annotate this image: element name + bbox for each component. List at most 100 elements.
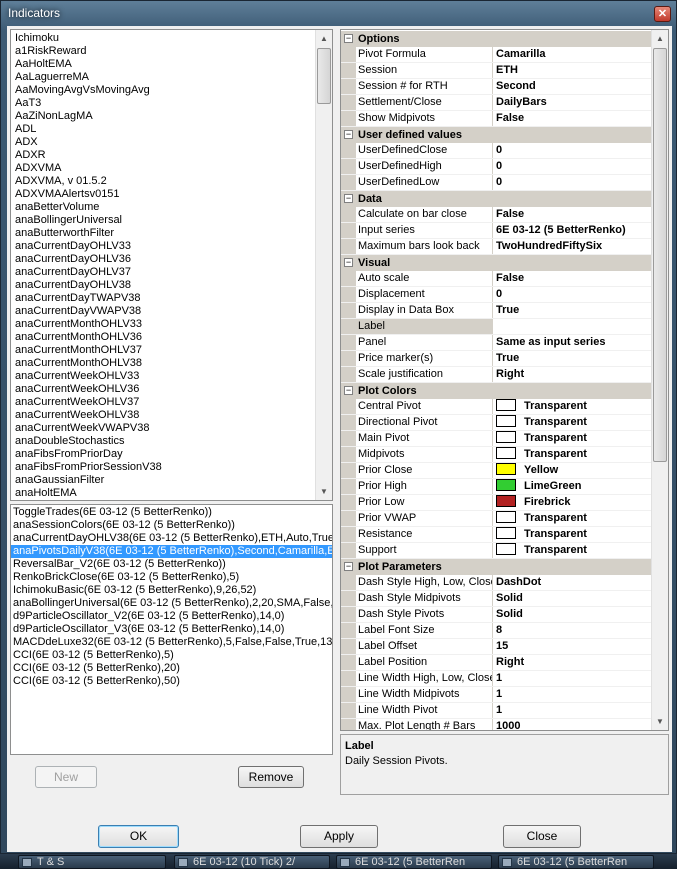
property-value[interactable]: 6E 03-12 (5 BetterRenko) bbox=[493, 223, 652, 238]
property-value[interactable]: 0 bbox=[493, 175, 652, 190]
property-row[interactable]: Prior Low Firebrick bbox=[341, 495, 652, 511]
category-header[interactable]: − User defined values bbox=[341, 127, 652, 143]
property-value[interactable] bbox=[493, 319, 652, 334]
collapse-icon[interactable]: − bbox=[344, 194, 353, 203]
category-header[interactable]: − Plot Parameters bbox=[341, 559, 652, 575]
property-row[interactable]: Auto scale False bbox=[341, 271, 652, 287]
property-value[interactable]: LimeGreen bbox=[493, 479, 652, 494]
property-row[interactable]: Dash Style Midpivots Solid bbox=[341, 591, 652, 607]
property-grid-scrollbar[interactable]: ▲ ▼ bbox=[651, 30, 668, 730]
property-value[interactable]: Second bbox=[493, 79, 652, 94]
list-item[interactable]: anaBollingerUniversal(6E 03-12 (5 Better… bbox=[11, 597, 332, 610]
list-item-selected[interactable]: anaPivotsDailyV38(6E 03-12 (5 BetterRenk… bbox=[11, 545, 332, 558]
list-item[interactable]: anaCurrentDayOHLV38 bbox=[11, 279, 316, 292]
list-item[interactable]: ADL bbox=[11, 123, 316, 136]
property-value[interactable]: True bbox=[493, 303, 652, 318]
property-value[interactable]: Same as input series bbox=[493, 335, 652, 350]
property-row[interactable]: Line Width Midpivots 1 bbox=[341, 687, 652, 703]
list-item[interactable]: anaCurrentDayTWAPV38 bbox=[11, 292, 316, 305]
list-item[interactable]: ADXR bbox=[11, 149, 316, 162]
list-item[interactable]: ReversalBar_V2(6E 03-12 (5 BetterRenko)) bbox=[11, 558, 332, 571]
property-row[interactable]: Calculate on bar close False bbox=[341, 207, 652, 223]
property-value[interactable]: True bbox=[493, 351, 652, 366]
list-item[interactable]: anaCurrentMonthOHLV37 bbox=[11, 344, 316, 357]
property-value[interactable]: Solid bbox=[493, 591, 652, 606]
applied-indicators-list[interactable]: ToggleTrades(6E 03-12 (5 BetterRenko)) an… bbox=[10, 504, 333, 755]
property-value[interactable]: 1000 bbox=[493, 719, 652, 730]
property-row[interactable]: Label bbox=[341, 319, 652, 335]
property-row[interactable]: Price marker(s) True bbox=[341, 351, 652, 367]
taskbar-button[interactable]: 6E 03-12 (5 BetterRen bbox=[336, 855, 492, 869]
list-item[interactable]: anaCurrentDayVWAPV38 bbox=[11, 305, 316, 318]
category-header[interactable]: − Options bbox=[341, 31, 652, 47]
property-row[interactable]: UserDefinedLow 0 bbox=[341, 175, 652, 191]
taskbar-button[interactable]: T & S bbox=[18, 855, 166, 869]
property-value[interactable]: Firebrick bbox=[493, 495, 652, 510]
property-value[interactable]: Solid bbox=[493, 607, 652, 622]
property-value[interactable]: Transparent bbox=[493, 527, 652, 542]
property-value[interactable]: False bbox=[493, 271, 652, 286]
property-value[interactable]: 1 bbox=[493, 671, 652, 686]
list-item[interactable]: anaDoubleStochastics bbox=[11, 435, 316, 448]
list-item[interactable]: anaHoltEMA bbox=[11, 487, 316, 500]
list-item[interactable]: AaHoltEMA bbox=[11, 58, 316, 71]
new-button[interactable]: New bbox=[35, 766, 97, 788]
list-item[interactable]: anaBollingerUniversal bbox=[11, 214, 316, 227]
list-item[interactable]: ADXVMAAlertsv0151 bbox=[11, 188, 316, 201]
property-value[interactable]: 0 bbox=[493, 143, 652, 158]
property-value[interactable]: TwoHundredFiftySix bbox=[493, 239, 652, 254]
list-item[interactable]: CCI(6E 03-12 (5 BetterRenko),50) bbox=[11, 675, 332, 688]
property-row[interactable]: Directional Pivot Transparent bbox=[341, 415, 652, 431]
close-window-button[interactable]: ✕ bbox=[654, 6, 671, 22]
apply-button[interactable]: Apply bbox=[300, 825, 378, 848]
property-row[interactable]: Input series 6E 03-12 (5 BetterRenko) bbox=[341, 223, 652, 239]
scroll-down-icon[interactable]: ▼ bbox=[652, 713, 668, 730]
property-row[interactable]: Max. Plot Length # Bars 1000 bbox=[341, 719, 652, 730]
collapse-icon[interactable]: − bbox=[344, 130, 353, 139]
list-item[interactable]: ADXVMA, v 01.5.2 bbox=[11, 175, 316, 188]
property-row[interactable]: Label Font Size 8 bbox=[341, 623, 652, 639]
property-row[interactable]: Show Midpivots False bbox=[341, 111, 652, 127]
property-value[interactable]: Right bbox=[493, 655, 652, 670]
property-row[interactable]: Midpivots Transparent bbox=[341, 447, 652, 463]
list-item[interactable]: anaSessionColors(6E 03-12 (5 BetterRenko… bbox=[11, 519, 332, 532]
list-item[interactable]: anaCurrentWeekOHLV33 bbox=[11, 370, 316, 383]
property-row[interactable]: Settlement/Close DailyBars bbox=[341, 95, 652, 111]
list-item[interactable]: anaCurrentWeekOHLV37 bbox=[11, 396, 316, 409]
available-list-scrollbar[interactable]: ▲ ▼ bbox=[315, 30, 332, 500]
property-row[interactable]: Prior VWAP Transparent bbox=[341, 511, 652, 527]
property-value[interactable]: 0 bbox=[493, 287, 652, 302]
property-row[interactable]: Label Position Right bbox=[341, 655, 652, 671]
property-row[interactable]: Prior High LimeGreen bbox=[341, 479, 652, 495]
list-item[interactable]: ToggleTrades(6E 03-12 (5 BetterRenko)) bbox=[11, 506, 332, 519]
property-value[interactable]: 1 bbox=[493, 687, 652, 702]
scroll-up-icon[interactable]: ▲ bbox=[316, 30, 332, 47]
list-item[interactable]: AaLaguerreMA bbox=[11, 71, 316, 84]
list-item[interactable]: ADXVMA bbox=[11, 162, 316, 175]
property-row[interactable]: Line Width Pivot 1 bbox=[341, 703, 652, 719]
available-indicators-list[interactable]: Ichimoku a1RiskReward AaHoltEMA AaLaguerreM… bbox=[10, 29, 333, 501]
property-value[interactable]: False bbox=[493, 111, 652, 126]
close-button[interactable]: Close bbox=[503, 825, 581, 848]
property-value[interactable]: DailyBars bbox=[493, 95, 652, 110]
list-item[interactable]: IchimokuBasic(6E 03-12 (5 BetterRenko),9… bbox=[11, 584, 332, 597]
list-item[interactable]: anaGaussianFilter bbox=[11, 474, 316, 487]
scroll-thumb[interactable] bbox=[317, 48, 331, 104]
property-value[interactable]: Transparent bbox=[493, 543, 652, 558]
list-item[interactable]: CCI(6E 03-12 (5 BetterRenko),20) bbox=[11, 662, 332, 675]
property-row[interactable]: Displacement 0 bbox=[341, 287, 652, 303]
property-row[interactable]: Label Offset 15 bbox=[341, 639, 652, 655]
property-value[interactable]: ETH bbox=[493, 63, 652, 78]
collapse-icon[interactable]: − bbox=[344, 562, 353, 571]
remove-button[interactable]: Remove bbox=[238, 766, 304, 788]
list-item[interactable]: AaZiNonLagMA bbox=[11, 110, 316, 123]
taskbar-button[interactable]: 6E 03-12 (5 BetterRen bbox=[498, 855, 654, 869]
scroll-thumb[interactable] bbox=[653, 48, 667, 462]
scroll-up-icon[interactable]: ▲ bbox=[652, 30, 668, 47]
list-item[interactable]: CCI(6E 03-12 (5 BetterRenko),5) bbox=[11, 649, 332, 662]
list-item[interactable]: anaFibsFromPriorDay bbox=[11, 448, 316, 461]
list-item[interactable]: anaCurrentMonthOHLV33 bbox=[11, 318, 316, 331]
property-value[interactable]: Transparent bbox=[493, 431, 652, 446]
property-value[interactable]: False bbox=[493, 207, 652, 222]
property-value[interactable]: 8 bbox=[493, 623, 652, 638]
